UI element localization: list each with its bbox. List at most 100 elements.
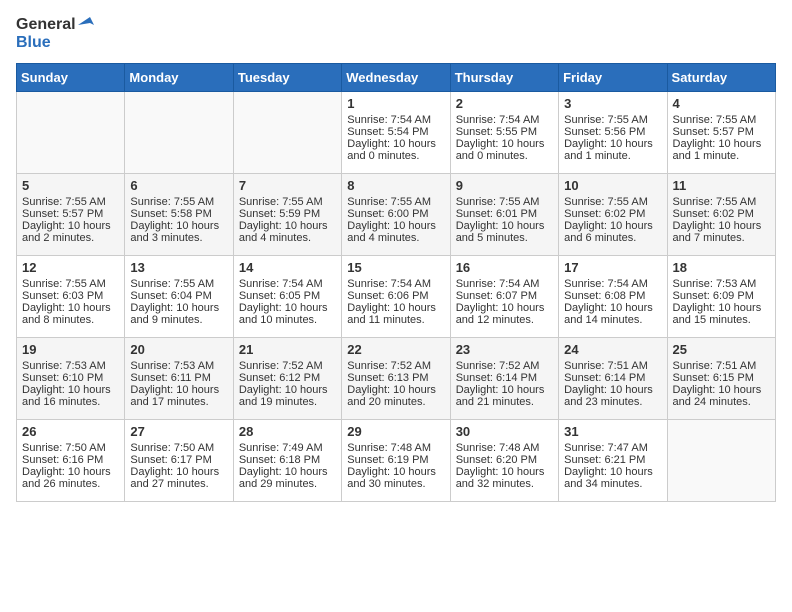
weekday-header: Friday <box>559 64 667 92</box>
sunrise-text: Sunrise: 7:54 AM <box>347 278 444 290</box>
day-number: 19 <box>22 342 119 357</box>
calendar-cell: 22Sunrise: 7:52 AMSunset: 6:13 PMDayligh… <box>342 338 450 420</box>
sunset-text: Sunset: 6:21 PM <box>564 454 661 466</box>
sunset-text: Sunset: 5:57 PM <box>22 208 119 220</box>
calendar-table: SundayMondayTuesdayWednesdayThursdayFrid… <box>16 63 776 502</box>
daylight-text: Daylight: 10 hours and 1 minute. <box>673 138 770 162</box>
sunset-text: Sunset: 6:04 PM <box>130 290 227 302</box>
day-number: 4 <box>673 96 770 111</box>
day-number: 26 <box>22 424 119 439</box>
daylight-text: Daylight: 10 hours and 19 minutes. <box>239 384 336 408</box>
calendar-cell <box>17 92 125 174</box>
calendar-cell: 2Sunrise: 7:54 AMSunset: 5:55 PMDaylight… <box>450 92 558 174</box>
calendar-week-row: 19Sunrise: 7:53 AMSunset: 6:10 PMDayligh… <box>17 338 776 420</box>
daylight-text: Daylight: 10 hours and 17 minutes. <box>130 384 227 408</box>
day-number: 25 <box>673 342 770 357</box>
sunset-text: Sunset: 6:09 PM <box>673 290 770 302</box>
logo: GeneralBlue <box>16 16 98 51</box>
sunrise-text: Sunrise: 7:48 AM <box>347 442 444 454</box>
daylight-text: Daylight: 10 hours and 0 minutes. <box>347 138 444 162</box>
day-number: 8 <box>347 178 444 193</box>
sunrise-text: Sunrise: 7:55 AM <box>347 196 444 208</box>
calendar-week-row: 1Sunrise: 7:54 AMSunset: 5:54 PMDaylight… <box>17 92 776 174</box>
daylight-text: Daylight: 10 hours and 6 minutes. <box>564 220 661 244</box>
day-number: 23 <box>456 342 553 357</box>
weekday-header: Tuesday <box>233 64 341 92</box>
calendar-cell: 21Sunrise: 7:52 AMSunset: 6:12 PMDayligh… <box>233 338 341 420</box>
daylight-text: Daylight: 10 hours and 23 minutes. <box>564 384 661 408</box>
sunrise-text: Sunrise: 7:50 AM <box>22 442 119 454</box>
calendar-cell: 3 Sunrise: 7:55 AMSunset: 5:56 PMDaylight… <box>559 92 667 174</box>
sunset-text: Sunset: 6:18 PM <box>239 454 336 466</box>
sunrise-text: Sunrise: 7:55 AM <box>130 278 227 290</box>
day-number: 30 <box>456 424 553 439</box>
daylight-text: Daylight: 10 hours and 1 minute. <box>564 138 661 162</box>
weekday-header: Thursday <box>450 64 558 92</box>
day-number: 20 <box>130 342 227 357</box>
day-number: 5 <box>22 178 119 193</box>
sunset-text: Sunset: 6:12 PM <box>239 372 336 384</box>
sunrise-text: Sunrise: 7:52 AM <box>456 360 553 372</box>
sunrise-text: Sunrise: 7:55 AM <box>22 278 119 290</box>
sunset-text: Sunset: 6:11 PM <box>130 372 227 384</box>
daylight-text: Daylight: 10 hours and 32 minutes. <box>456 466 553 490</box>
daylight-text: Daylight: 10 hours and 9 minutes. <box>130 302 227 326</box>
weekday-header: Monday <box>125 64 233 92</box>
sunset-text: Sunset: 6:10 PM <box>22 372 119 384</box>
calendar-cell: 24Sunrise: 7:51 AMSunset: 6:14 PMDayligh… <box>559 338 667 420</box>
sunset-text: Sunset: 5:57 PM <box>673 126 770 138</box>
sunset-text: Sunset: 6:17 PM <box>130 454 227 466</box>
day-number: 28 <box>239 424 336 439</box>
calendar-cell: 7Sunrise: 7:55 AMSunset: 5:59 PMDaylight… <box>233 174 341 256</box>
daylight-text: Daylight: 10 hours and 26 minutes. <box>22 466 119 490</box>
sunrise-text: Sunrise: 7:54 AM <box>456 114 553 126</box>
daylight-text: Daylight: 10 hours and 3 minutes. <box>130 220 227 244</box>
daylight-text: Daylight: 10 hours and 21 minutes. <box>456 384 553 408</box>
calendar-cell <box>233 92 341 174</box>
daylight-text: Daylight: 10 hours and 16 minutes. <box>22 384 119 408</box>
calendar-cell: 10Sunrise: 7:55 AMSunset: 6:02 PMDayligh… <box>559 174 667 256</box>
logo-container: GeneralBlue <box>16 16 98 51</box>
weekday-header: Saturday <box>667 64 775 92</box>
day-number: 1 <box>347 96 444 111</box>
daylight-text: Daylight: 10 hours and 4 minutes. <box>347 220 444 244</box>
daylight-text: Daylight: 10 hours and 15 minutes. <box>673 302 770 326</box>
sunrise-text: Sunrise: 7:54 AM <box>456 278 553 290</box>
sunset-text: Sunset: 6:05 PM <box>239 290 336 302</box>
calendar-cell: 11Sunrise: 7:55 AMSunset: 6:02 PMDayligh… <box>667 174 775 256</box>
day-number: 18 <box>673 260 770 275</box>
sunrise-text: Sunrise: 7:48 AM <box>456 442 553 454</box>
calendar-cell: 4Sunrise: 7:55 AMSunset: 5:57 PMDaylight… <box>667 92 775 174</box>
calendar-cell <box>125 92 233 174</box>
sunset-text: Sunset: 6:14 PM <box>456 372 553 384</box>
sunrise-text: Sunrise: 7:50 AM <box>130 442 227 454</box>
daylight-text: Daylight: 10 hours and 20 minutes. <box>347 384 444 408</box>
sunrise-text: Sunrise: 7:55 AM <box>673 196 770 208</box>
day-number: 11 <box>673 178 770 193</box>
calendar-cell: 6Sunrise: 7:55 AMSunset: 5:58 PMDaylight… <box>125 174 233 256</box>
sunrise-text: Sunrise: 7:55 AM <box>564 114 661 126</box>
sunset-text: Sunset: 6:20 PM <box>456 454 553 466</box>
sunset-text: Sunset: 5:55 PM <box>456 126 553 138</box>
sunrise-text: Sunrise: 7:55 AM <box>130 196 227 208</box>
calendar-cell: 12Sunrise: 7:55 AMSunset: 6:03 PMDayligh… <box>17 256 125 338</box>
calendar-cell: 1Sunrise: 7:54 AMSunset: 5:54 PMDaylight… <box>342 92 450 174</box>
header-row: SundayMondayTuesdayWednesdayThursdayFrid… <box>17 64 776 92</box>
day-number: 3 <box>564 96 661 111</box>
calendar-cell: 30 Sunrise: 7:48 AMSunset: 6:20 PMDayligh… <box>450 420 558 502</box>
sunrise-text: Sunrise: 7:51 AM <box>564 360 661 372</box>
sunset-text: Sunset: 5:54 PM <box>347 126 444 138</box>
day-number: 10 <box>564 178 661 193</box>
sunset-text: Sunset: 5:56 PM <box>564 126 661 138</box>
daylight-text: Daylight: 10 hours and 7 minutes. <box>673 220 770 244</box>
calendar-cell: 28Sunrise: 7:49 AMSunset: 6:18 PMDayligh… <box>233 420 341 502</box>
calendar-cell: 15Sunrise: 7:54 AMSunset: 6:06 PMDayligh… <box>342 256 450 338</box>
day-number: 21 <box>239 342 336 357</box>
sunrise-text: Sunrise: 7:54 AM <box>564 278 661 290</box>
daylight-text: Daylight: 10 hours and 12 minutes. <box>456 302 553 326</box>
day-number: 17 <box>564 260 661 275</box>
day-number: 29 <box>347 424 444 439</box>
sunset-text: Sunset: 6:03 PM <box>22 290 119 302</box>
day-number: 7 <box>239 178 336 193</box>
calendar-cell: 18Sunrise: 7:53 AMSunset: 6:09 PMDayligh… <box>667 256 775 338</box>
